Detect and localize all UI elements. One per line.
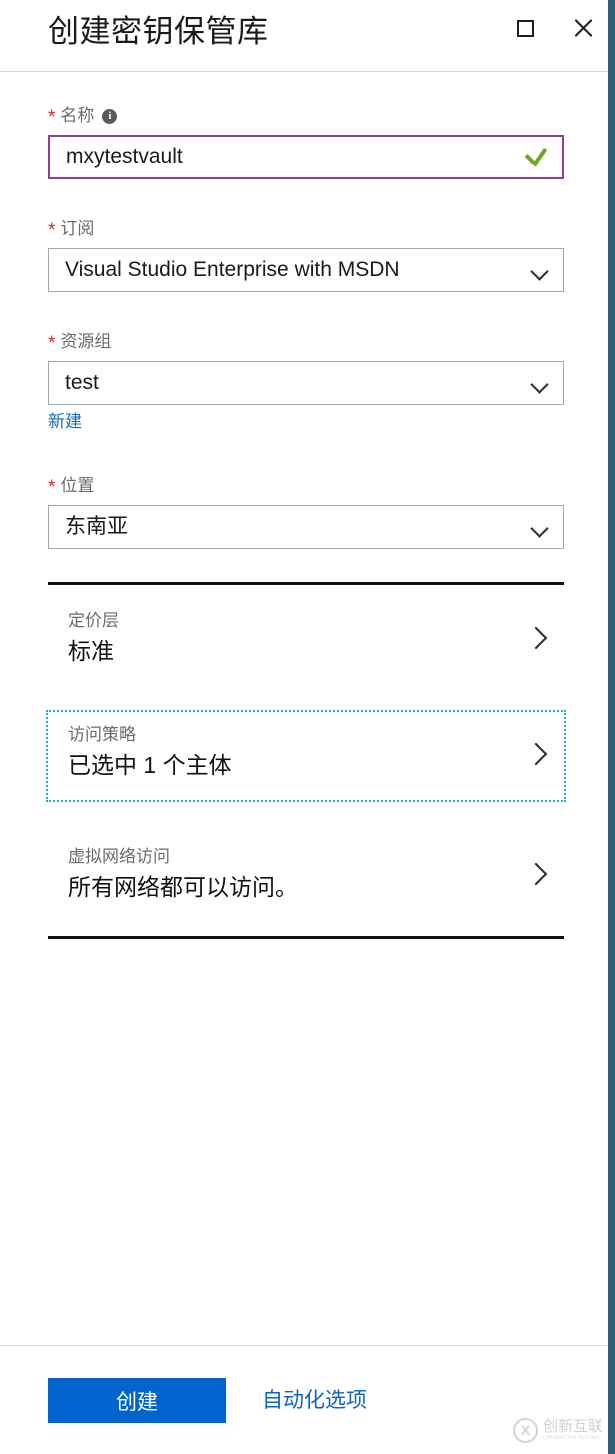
- field-name: * 名称 i mxytestvault: [48, 104, 564, 179]
- page-title: 创建密钥保管库: [48, 14, 269, 49]
- subscription-select[interactable]: Visual Studio Enterprise with MSDN: [48, 248, 564, 292]
- subscription-value: Visual Studio Enterprise with MSDN: [65, 258, 400, 281]
- chevron-right-icon: [524, 626, 548, 650]
- divider-bottom: [48, 936, 564, 939]
- row-virtual-network-access[interactable]: 虚拟网络访问 所有网络都可以访问。: [48, 832, 564, 924]
- maximize-button[interactable]: [502, 0, 548, 56]
- name-input-value: mxytestvault: [66, 145, 183, 168]
- resource-group-label-text: 资源组: [60, 332, 112, 351]
- create-new-resource-group-link[interactable]: 新建: [48, 411, 82, 433]
- pricing-tier-value: 标准: [68, 638, 114, 664]
- watermark-logo-icon: X: [513, 1417, 538, 1443]
- chevron-right-icon: [524, 742, 548, 766]
- blade-edge-strip: [608, 0, 615, 1454]
- location-label-text: 位置: [60, 476, 95, 495]
- resource-group-select[interactable]: test: [48, 361, 564, 405]
- location-label: * 位置: [48, 474, 564, 498]
- close-icon: [572, 17, 594, 39]
- virtual-network-access-label: 虚拟网络访问: [68, 847, 170, 866]
- chevron-right-icon: [524, 862, 548, 886]
- chevron-down-icon: [530, 262, 549, 281]
- watermark-subtitle: CHUANGXIN HULIAN: [543, 1435, 600, 1441]
- blade-header: 创建密钥保管库: [0, 0, 608, 72]
- divider-top: [48, 582, 564, 585]
- watermark: X 创新互联 CHUANGXIN HULIAN: [513, 1413, 605, 1447]
- watermark-title: 创新互联: [543, 1418, 604, 1435]
- field-location: * 位置 东南亚: [48, 474, 564, 549]
- access-policy-label: 访问策略: [68, 725, 136, 744]
- required-marker: *: [48, 477, 56, 498]
- row-pricing-tier[interactable]: 定价层 标准: [48, 596, 564, 688]
- close-button[interactable]: [560, 0, 606, 56]
- subscription-label: * 订阅: [48, 217, 564, 241]
- row-access-policy[interactable]: 访问策略 已选中 1 个主体: [46, 710, 566, 802]
- chevron-down-icon: [530, 519, 549, 538]
- resource-group-value: test: [65, 371, 99, 394]
- field-subscription: * 订阅 Visual Studio Enterprise with MSDN: [48, 217, 564, 292]
- field-resource-group: * 资源组 test 新建: [48, 330, 564, 433]
- resource-group-label: * 资源组: [48, 330, 564, 354]
- access-policy-value: 已选中 1 个主体: [68, 752, 232, 778]
- required-marker: *: [48, 220, 56, 241]
- required-marker: *: [48, 107, 56, 128]
- location-value: 东南亚: [65, 515, 128, 538]
- name-label: * 名称 i: [48, 104, 564, 128]
- maximize-icon: [516, 19, 534, 37]
- footer-separator: [0, 1345, 608, 1346]
- info-icon[interactable]: i: [102, 108, 118, 124]
- subscription-label-text: 订阅: [60, 219, 95, 238]
- name-input[interactable]: mxytestvault: [48, 135, 564, 179]
- automation-options-link[interactable]: 自动化选项: [262, 1387, 367, 1415]
- create-button[interactable]: 创建: [48, 1378, 226, 1423]
- watermark-text-group: 创新互联 CHUANGXIN HULIAN: [543, 1419, 603, 1441]
- checkmark-icon: [524, 146, 546, 168]
- required-marker: *: [48, 333, 56, 354]
- virtual-network-access-value: 所有网络都可以访问。: [68, 874, 298, 900]
- name-label-text: 名称: [60, 106, 95, 125]
- pricing-tier-label: 定价层: [68, 611, 119, 630]
- chevron-down-icon: [530, 375, 549, 394]
- location-select[interactable]: 东南亚: [48, 505, 564, 549]
- create-key-vault-blade: 创建密钥保管库 * 名称 i mxytestvault * 订阅 Visual …: [0, 0, 615, 1454]
